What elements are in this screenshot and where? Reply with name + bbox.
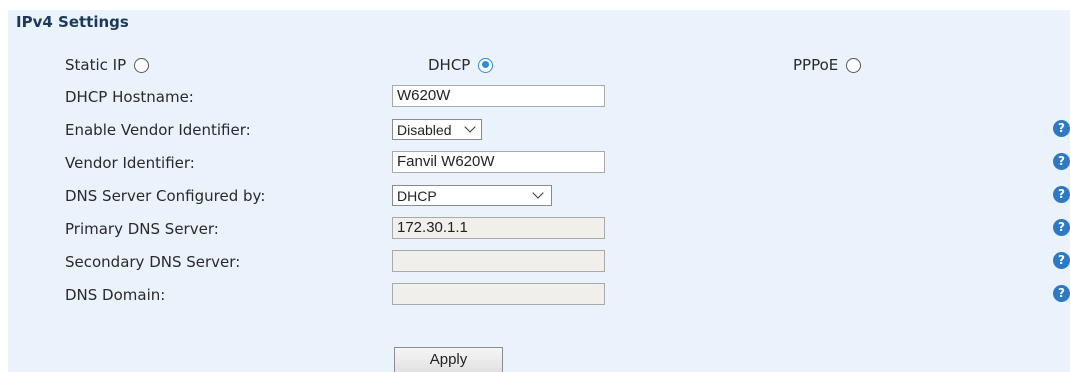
chevron-down-icon <box>532 187 544 199</box>
dns-server-configured-by-label: DNS Server Configured by: <box>65 187 266 205</box>
help-icon[interactable]: ? <box>1053 153 1070 170</box>
help-icon[interactable]: ? <box>1053 285 1070 302</box>
radio-pppoe-control[interactable] <box>846 57 862 73</box>
secondary-dns-server-label: Secondary DNS Server: <box>65 253 241 271</box>
dns-domain-input[interactable] <box>392 283 605 305</box>
vendor-identifier-input[interactable]: Fanvil W620W <box>392 151 605 173</box>
help-icon[interactable]: ? <box>1053 120 1070 137</box>
radio-pppoe[interactable]: PPPoE <box>793 56 862 74</box>
radio-static-ip-label: Static IP <box>65 56 127 74</box>
enable-vendor-identifier-value: Disabled <box>397 121 452 138</box>
dhcp-hostname-label: DHCP Hostname: <box>65 88 194 106</box>
enable-vendor-identifier-select[interactable]: Disabled <box>392 119 482 140</box>
radio-dhcp[interactable]: DHCP <box>428 56 494 74</box>
dns-server-configured-by-select[interactable]: DHCP <box>392 185 552 206</box>
radio-static-ip[interactable]: Static IP <box>65 56 150 74</box>
help-icon[interactable]: ? <box>1053 252 1070 269</box>
help-icon[interactable]: ? <box>1053 186 1070 203</box>
chevron-down-icon <box>464 121 476 133</box>
radio-dhcp-control[interactable] <box>478 57 494 73</box>
dns-server-configured-by-value: DHCP <box>397 187 437 204</box>
dns-domain-label: DNS Domain: <box>65 286 166 304</box>
help-icon[interactable]: ? <box>1053 219 1070 236</box>
primary-dns-server-input[interactable]: 172.30.1.1 <box>392 217 605 239</box>
section-title: IPv4 Settings <box>16 13 129 31</box>
secondary-dns-server-input[interactable] <box>392 250 605 272</box>
vendor-identifier-label: Vendor Identifier: <box>65 154 195 172</box>
dhcp-hostname-input[interactable]: W620W <box>392 85 605 107</box>
radio-pppoe-label: PPPoE <box>793 56 839 74</box>
enable-vendor-identifier-label: Enable Vendor Identifier: <box>65 121 251 139</box>
radio-dhcp-label: DHCP <box>428 56 471 74</box>
primary-dns-server-label: Primary DNS Server: <box>65 220 219 238</box>
apply-button[interactable]: Apply <box>394 347 503 372</box>
radio-static-ip-control[interactable] <box>134 57 150 73</box>
